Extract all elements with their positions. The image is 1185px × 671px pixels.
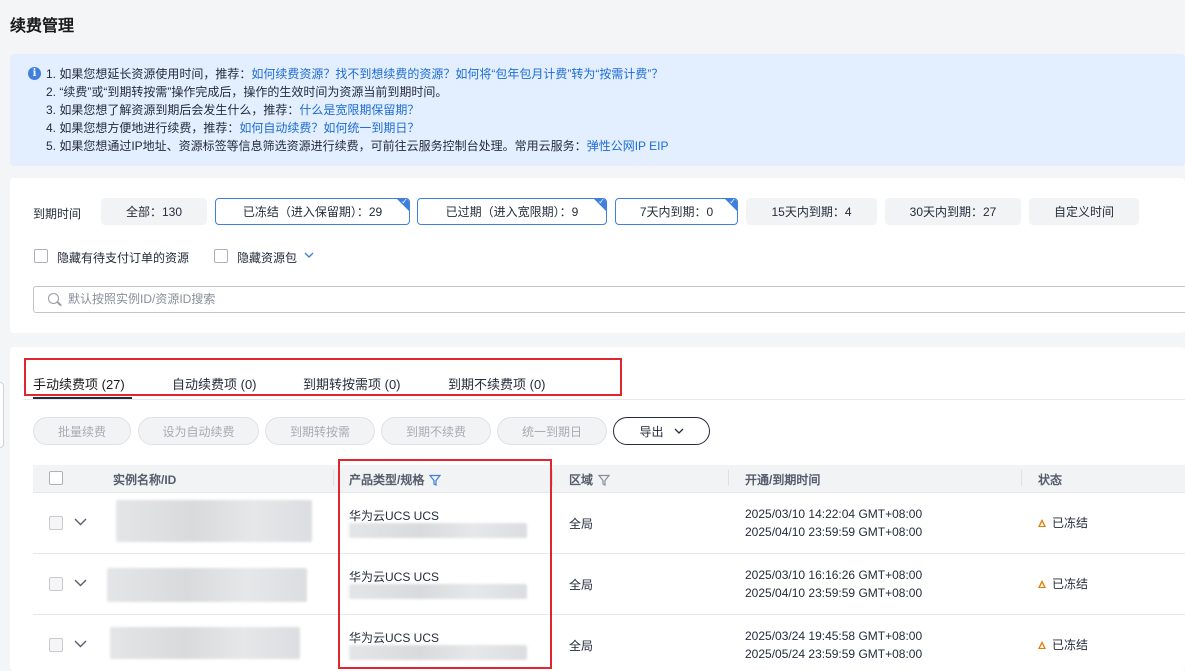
check-icon: ✓	[729, 198, 736, 206]
unify-expiry-button[interactable]: 统一到期日	[497, 417, 607, 445]
search-icon	[48, 293, 59, 304]
filter-icon[interactable]	[598, 474, 611, 486]
row-checkbox[interactable]	[49, 577, 63, 591]
info-icon: i	[28, 67, 41, 80]
info-link-auto-renew[interactable]: 如何自动续费？如何统一到期日？	[239, 121, 419, 135]
col-header-name: 实例名称/ID	[113, 473, 177, 487]
info-line-2: 2. “续费”或“到期转按需”操作完成后，操作的生效时间为资源当前到期时间。	[46, 85, 448, 99]
chevron-down-icon[interactable]	[304, 252, 314, 259]
set-auto-renew-button[interactable]: 设为自动续费	[138, 417, 259, 445]
info-notice: i 1. 如果您想延长资源使用时间，推荐：如何续费资源？找不到想续费的资源？如何…	[10, 54, 1185, 166]
instance-name-redacted	[110, 627, 300, 659]
warning-icon	[1038, 519, 1046, 527]
expand-chevron-icon[interactable]	[74, 518, 87, 526]
filter-panel: 到期时间 全部：130 已冻结（进入保留期）：29 ✓ 已过期（进入宽限期）：9 ✓…	[10, 178, 1185, 333]
expand-chevron-icon[interactable]	[74, 579, 87, 587]
open-time: 2025/03/10 16:16:26 GMT+08:00	[745, 568, 923, 582]
tabs-divider	[23, 399, 1185, 400]
hide-pending-checkbox[interactable]	[34, 249, 48, 263]
chip-15-days[interactable]: 15天内到期：4	[746, 198, 877, 225]
column-separator	[333, 470, 334, 486]
info-link-renew-help[interactable]: 如何续费资源？找不到想续费的资源？如何将“包年包月计费”转为“按需计费”？	[251, 67, 663, 81]
hide-package-checkbox[interactable]	[214, 249, 228, 263]
hide-package-label: 隐藏资源包	[237, 251, 298, 265]
row-divider	[33, 614, 1185, 615]
expire-time: 2025/05/24 23:59:59 GMT+08:00	[745, 647, 923, 661]
column-separator	[1021, 470, 1022, 486]
open-time: 2025/03/10 14:22:04 GMT+08:00	[745, 507, 923, 521]
region-cell: 全局	[569, 639, 594, 653]
row-divider	[33, 553, 1185, 554]
info-line-1: 1. 如果您想延长资源使用时间，推荐：如何续费资源？找不到想续费的资源？如何将“…	[46, 67, 664, 81]
search-input[interactable]	[68, 292, 968, 306]
chip-custom-time[interactable]: 自定义时间	[1029, 198, 1139, 225]
search-box	[33, 286, 1185, 313]
column-separator	[552, 470, 553, 486]
row-checkbox[interactable]	[49, 516, 63, 530]
row-checkbox[interactable]	[49, 638, 63, 652]
no-renew-button[interactable]: 到期不续费	[381, 417, 491, 445]
batch-renew-button[interactable]: 批量续费	[33, 417, 131, 445]
open-time: 2025/03/24 19:45:58 GMT+08:00	[745, 629, 923, 643]
warning-icon	[1038, 580, 1046, 588]
chevron-down-icon	[674, 428, 683, 434]
status-badge: 已冻结	[1038, 575, 1088, 592]
region-cell: 全局	[569, 578, 594, 592]
highlight-box-product-column	[338, 459, 552, 669]
info-line-5: 5. 如果您想通过IP地址、资源标签等信息筛选资源进行续费，可前往云服务控制台处…	[46, 139, 669, 153]
check-icon: ✓	[598, 198, 605, 206]
col-header-status: 状态	[1038, 473, 1063, 487]
chip-all[interactable]: 全部：130	[101, 198, 207, 225]
region-cell: 全局	[569, 517, 594, 531]
select-all-checkbox[interactable]	[49, 471, 63, 485]
hide-pending-label: 隐藏有待支付订单的资源	[57, 251, 190, 265]
warning-icon	[1038, 641, 1046, 649]
check-icon: ✓	[401, 198, 408, 206]
expand-chevron-icon[interactable]	[74, 640, 87, 648]
side-handle[interactable]	[0, 382, 4, 448]
expiry-filter-label: 到期时间	[33, 207, 82, 221]
page-title: 续费管理	[10, 18, 75, 35]
expire-time: 2025/04/10 23:59:59 GMT+08:00	[745, 525, 923, 539]
info-line-4: 4. 如果您想方便地进行续费，推荐：如何自动续费？如何统一到期日？	[46, 121, 420, 135]
chip-frozen[interactable]: 已冻结（进入保留期）：29 ✓	[215, 198, 410, 225]
to-on-demand-button[interactable]: 到期转按需	[265, 417, 375, 445]
column-separator	[728, 470, 729, 486]
instance-name-redacted	[116, 500, 312, 542]
highlight-box-tabs	[24, 358, 622, 396]
col-header-region: 区域	[569, 471, 611, 488]
export-button[interactable]: 导出	[613, 417, 710, 445]
chip-expired[interactable]: 已过期（进入宽限期）：9 ✓	[417, 198, 607, 225]
info-link-grace-period[interactable]: 什么是宽限期保留期？	[299, 103, 419, 117]
row-divider	[33, 492, 1185, 493]
status-badge: 已冻结	[1038, 514, 1088, 531]
chip-7-days[interactable]: 7天内到期：0 ✓	[615, 198, 738, 225]
info-link-eip[interactable]: 弹性公网IP EIP	[587, 139, 669, 153]
col-header-time: 开通/到期时间	[745, 473, 821, 487]
info-line-3: 3. 如果您想了解资源到期后会发生什么，推荐：什么是宽限期保留期？	[46, 103, 420, 117]
chip-30-days[interactable]: 30天内到期：27	[885, 198, 1021, 225]
instance-name-redacted	[107, 568, 307, 602]
status-badge: 已冻结	[1038, 636, 1088, 653]
expire-time: 2025/04/10 23:59:59 GMT+08:00	[745, 586, 923, 600]
